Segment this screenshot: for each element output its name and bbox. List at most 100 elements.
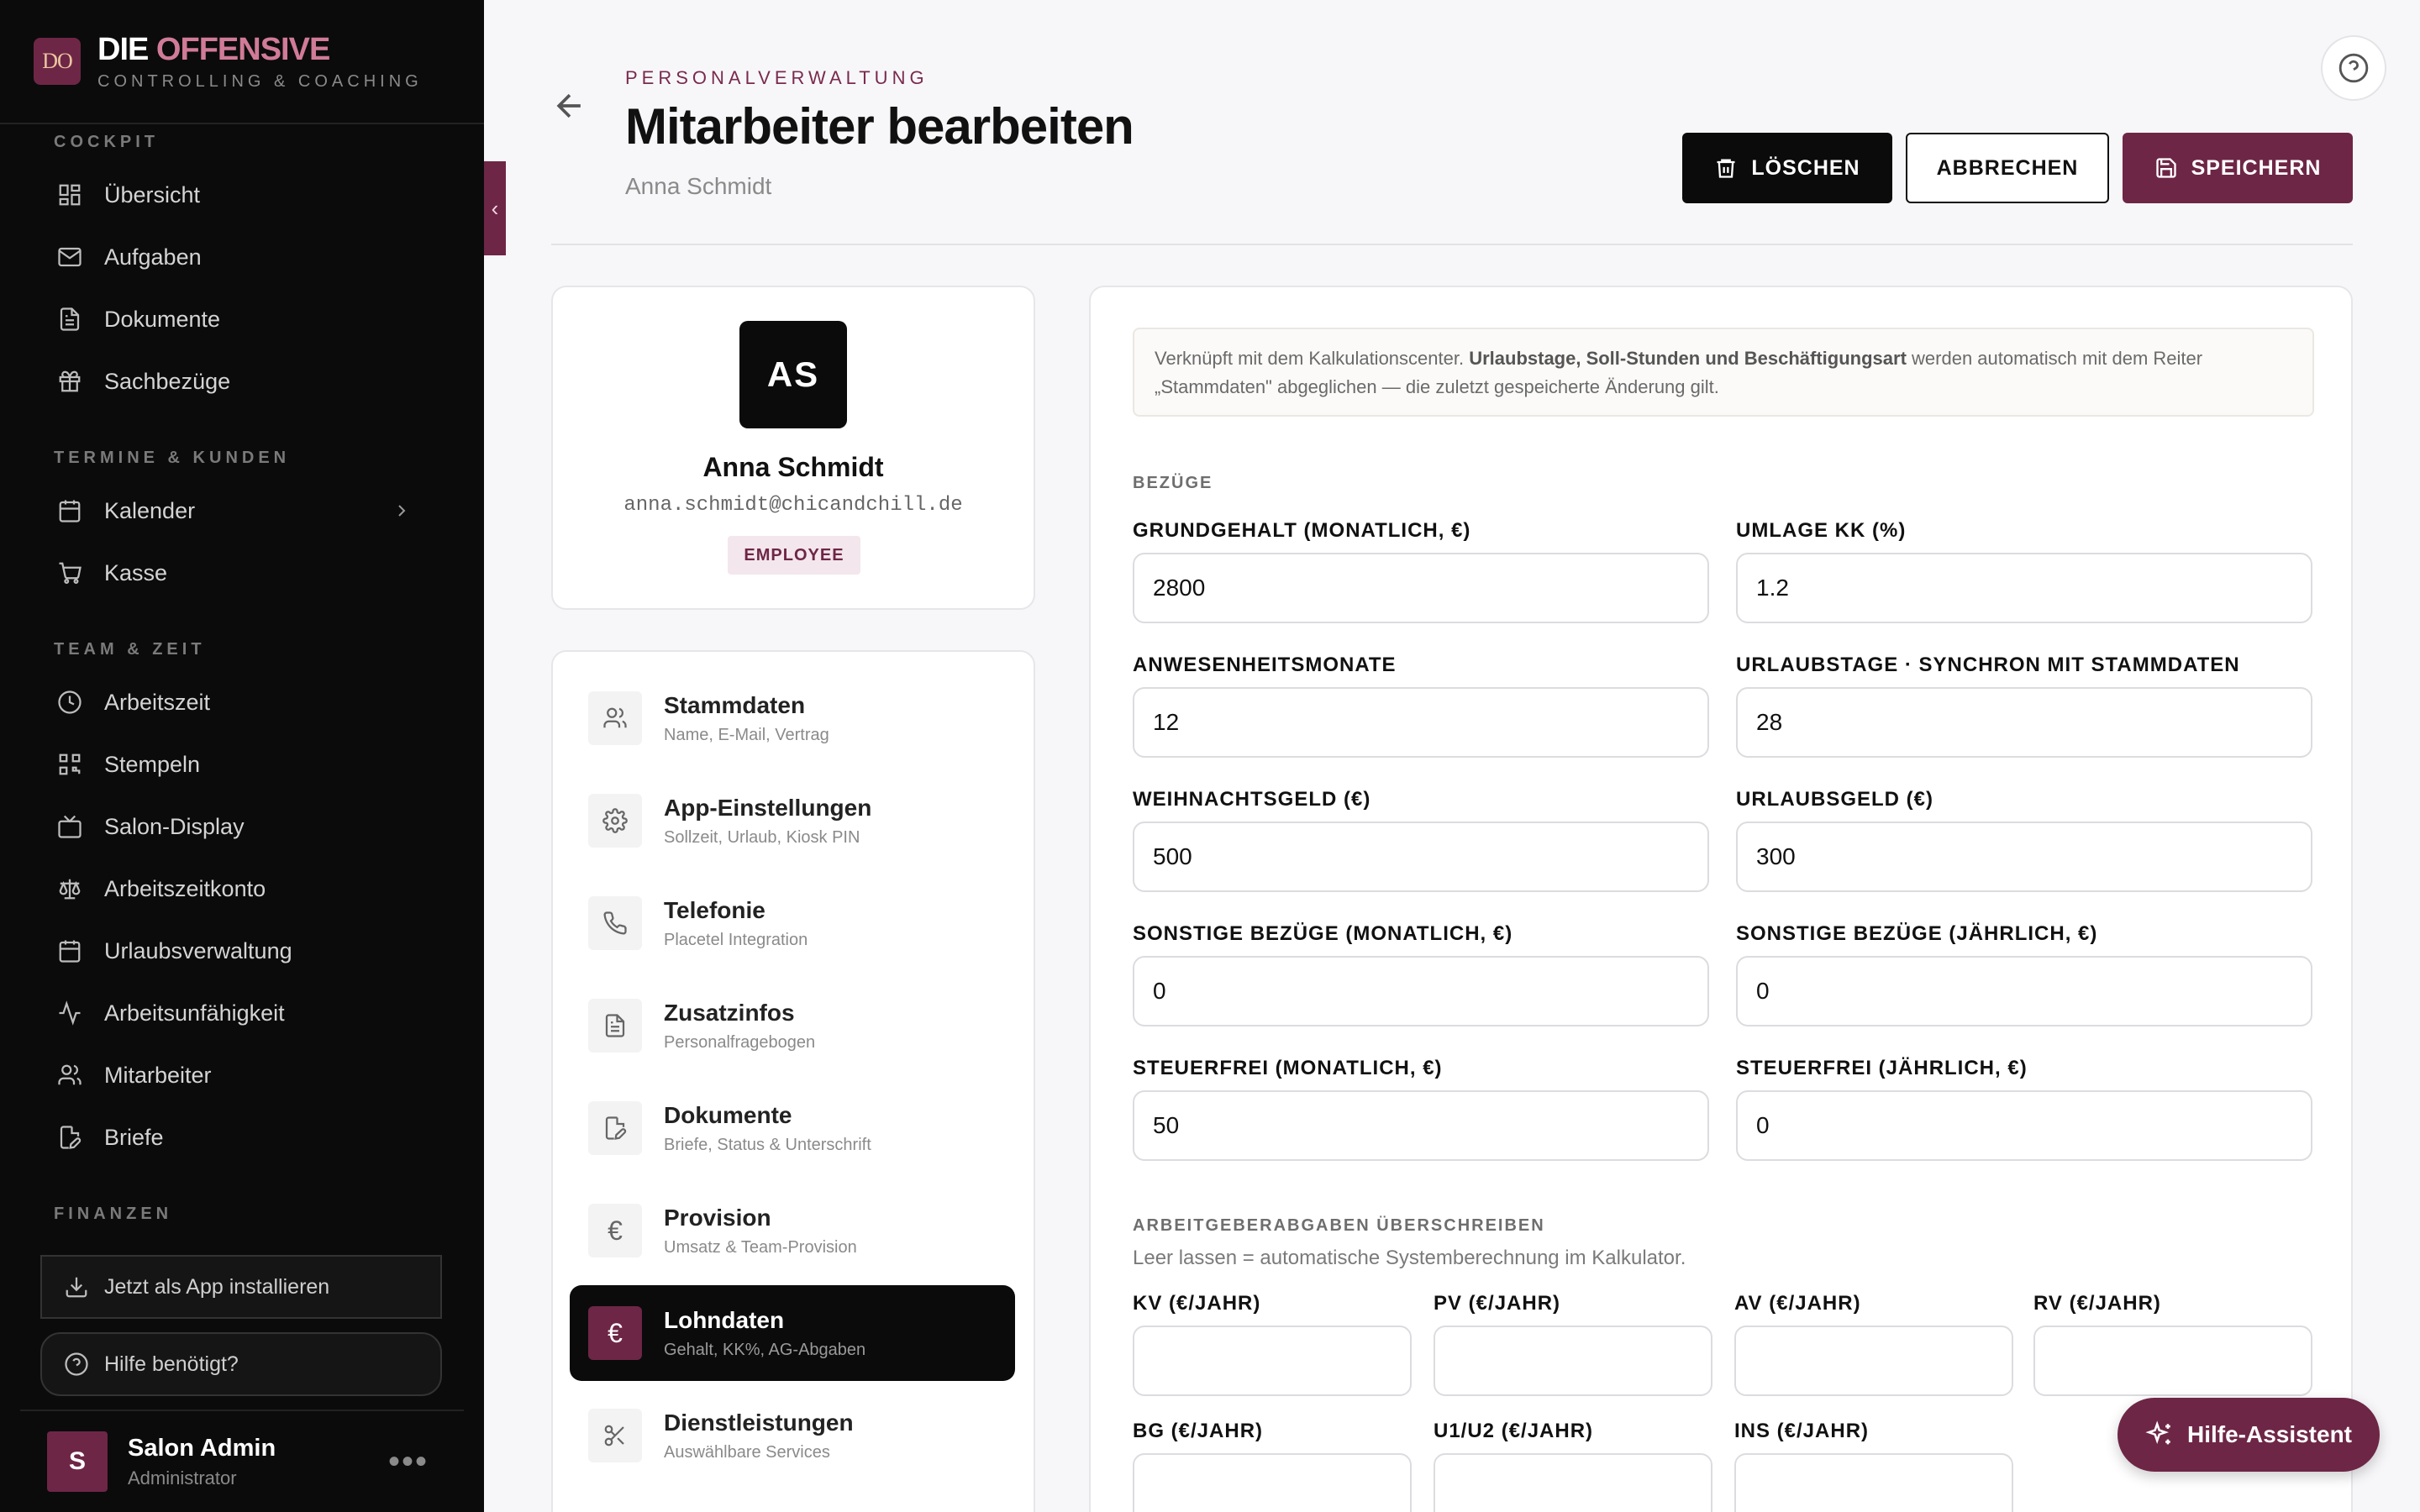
help-circle-icon xyxy=(2338,53,2369,83)
delete-button[interactable]: LÖSCHEN xyxy=(1682,133,1892,203)
sidebar-item-uebersicht[interactable]: Übersicht xyxy=(34,168,437,222)
sidebar-item-label: Arbeitszeitkonto xyxy=(104,875,266,901)
sidebar-item-kalender[interactable]: Kalender xyxy=(34,484,437,538)
help-assistant-button[interactable]: Hilfe-Assistent xyxy=(2118,1398,2380,1472)
nav-item-provision[interactable]: € Provision Umsatz & Team-Provision xyxy=(570,1183,1015,1278)
sidebar-item-label: Kasse xyxy=(104,559,168,585)
users-icon xyxy=(58,1064,82,1085)
sidebar-item-briefe[interactable]: Briefe xyxy=(34,1110,437,1164)
user-profile[interactable]: S Salon Admin Administrator ••• xyxy=(20,1410,464,1512)
sidebar-item-mitarbeiter[interactable]: Mitarbeiter xyxy=(34,1048,437,1102)
brand-logo: DO xyxy=(34,38,81,85)
field-label: URLAUBSTAGE · SYNCHRON MIT STAMMDATEN xyxy=(1736,654,2240,676)
help-needed-button[interactable]: Hilfe benötigt? xyxy=(40,1332,442,1396)
nav-item-dokumente[interactable]: Dokumente Briefe, Status & Unterschrift xyxy=(570,1080,1015,1176)
help-assistant-label: Hilfe-Assistent xyxy=(2186,1421,2353,1447)
page-title: Mitarbeiter bearbeiten xyxy=(625,98,1134,155)
steuerfrei-monatlich-input[interactable] xyxy=(1133,1090,1709,1161)
sidebar-item-stempeln[interactable]: Stempeln xyxy=(34,738,437,791)
grundgehalt-input[interactable] xyxy=(1133,553,1709,623)
page-subtitle: Anna Schmidt xyxy=(625,173,772,199)
field-label: PV (€/JAHR) xyxy=(1434,1292,1561,1315)
sonstige-bezuege-monatlich-input[interactable] xyxy=(1133,956,1709,1026)
sidebar-item-label: Briefe xyxy=(104,1124,164,1150)
bg-input[interactable] xyxy=(1133,1453,1412,1512)
sidebar-item-label: Aufgaben xyxy=(104,244,202,270)
sidebar-item-label: Mitarbeiter xyxy=(104,1062,212,1088)
sidebar-item-urlaubsverwaltung[interactable]: Urlaubsverwaltung xyxy=(34,924,437,978)
tv-icon xyxy=(58,815,82,838)
nav-item-dienstleistungen[interactable]: Dienstleistungen Auswählbare Services xyxy=(570,1388,1015,1483)
sidebar: DO DIE OFFENSIVE CONTROLLING & COACHING … xyxy=(0,0,484,1512)
field-label: U1/U2 (€/JAHR) xyxy=(1434,1420,1594,1442)
sidebar-item-salon-display[interactable]: Salon-Display xyxy=(34,800,437,853)
chevron-right-icon[interactable] xyxy=(392,501,412,521)
brand-header[interactable]: DO DIE OFFENSIVE CONTROLLING & COACHING xyxy=(0,0,484,124)
cancel-button[interactable]: ABBRECHEN xyxy=(1906,133,2109,203)
sidebar-item-sachbezuege[interactable]: Sachbezüge xyxy=(34,354,437,408)
help-button[interactable] xyxy=(2321,35,2386,101)
nav-item-stammdaten[interactable]: Stammdaten Name, E-Mail, Vertrag xyxy=(570,670,1015,766)
save-icon xyxy=(2155,158,2176,178)
install-app-label: Jetzt als App installieren xyxy=(104,1274,330,1299)
ag-hint: Leer lassen = automatische Systemberechn… xyxy=(1133,1247,1686,1269)
mail-icon xyxy=(58,247,82,267)
steuerfrei-jaehrlich-input[interactable] xyxy=(1736,1090,2312,1161)
employee-card: AS Anna Schmidt anna.schmidt@chicandchil… xyxy=(551,286,1035,610)
nav-item-app-einstellungen[interactable]: App-Einstellungen Sollzeit, Urlaub, Kiosk… xyxy=(570,773,1015,869)
save-label: SPEICHERN xyxy=(2191,155,2322,180)
field-label: WEIHNACHTSGELD (€) xyxy=(1133,788,1371,811)
save-button[interactable]: SPEICHERN xyxy=(2123,133,2353,203)
install-app-button[interactable]: Jetzt als App installieren xyxy=(40,1255,442,1319)
nav-item-lohndaten[interactable]: € Lohndaten Gehalt, KK%, AG-Abgaben xyxy=(570,1285,1015,1381)
document-icon xyxy=(605,1014,625,1037)
pv-input[interactable] xyxy=(1434,1326,1712,1396)
sidebar-item-aufgaben[interactable]: Aufgaben xyxy=(34,230,437,284)
employee-name: Anna Schmidt xyxy=(702,452,884,482)
section-termine: TERMINE & KUNDEN xyxy=(54,449,291,467)
sidebar-item-dokumente[interactable]: Dokumente xyxy=(34,292,437,346)
euro-icon: € xyxy=(608,1317,623,1348)
sync-info-box: Verknüpft mit dem Kalkulationscenter. Ur… xyxy=(1133,328,2314,417)
sidebar-item-arbeitszeit[interactable]: Arbeitszeit xyxy=(34,675,437,729)
urlaubsgeld-input[interactable] xyxy=(1736,822,2312,892)
anwesenheitsmonate-input[interactable] xyxy=(1133,687,1709,758)
weihnachtsgeld-input[interactable] xyxy=(1133,822,1709,892)
nav-item-zusatzinfos[interactable]: Zusatzinfos Personalfragebogen xyxy=(570,978,1015,1074)
scissors-icon xyxy=(604,1425,624,1446)
breadcrumb: PERSONALVERWALTUNG xyxy=(625,67,929,88)
ins-input[interactable] xyxy=(1734,1453,2013,1512)
delete-label: LÖSCHEN xyxy=(1751,155,1860,180)
clock-icon xyxy=(58,690,82,714)
urlaubstage-input[interactable] xyxy=(1736,687,2312,758)
back-arrow-icon[interactable] xyxy=(551,87,588,124)
download-icon xyxy=(66,1277,87,1298)
nav-item-subtitle: Sollzeit, Urlaub, Kiosk PIN xyxy=(664,827,860,847)
nav-item-subtitle: Umsatz & Team-Provision xyxy=(664,1237,857,1257)
phone-icon xyxy=(603,911,627,935)
nav-item-title: Lohndaten xyxy=(664,1306,785,1333)
kv-input[interactable] xyxy=(1133,1326,1412,1396)
nav-item-title: Provision xyxy=(664,1204,771,1231)
section-arbeitgeberabgaben: ARBEITGEBERABGABEN ÜBERSCHREIBEN xyxy=(1133,1216,1545,1235)
umlage-kk-input[interactable] xyxy=(1736,553,2312,623)
trash-icon xyxy=(1717,159,1735,178)
lohndaten-form-card: Verknüpft mit dem Kalkulationscenter. Ur… xyxy=(1089,286,2353,1512)
collapse-sidebar-button[interactable]: ‹ xyxy=(484,161,506,255)
sidebar-item-arbeitsunfaehigkeit[interactable]: Arbeitsunfähigkeit xyxy=(34,986,437,1040)
dashboard-icon xyxy=(59,184,81,206)
activity-icon xyxy=(59,1000,81,1026)
sidebar-item-label: Übersicht xyxy=(104,181,201,207)
av-input[interactable] xyxy=(1734,1326,2013,1396)
section-bezuege: BEZÜGE xyxy=(1133,474,1213,492)
calendar-icon xyxy=(59,940,81,963)
sonstige-bezuege-jaehrlich-input[interactable] xyxy=(1736,956,2312,1026)
nav-item-telefonie[interactable]: Telefonie Placetel Integration xyxy=(570,875,1015,971)
sidebar-item-label: Salon-Display xyxy=(104,813,245,839)
sidebar-item-kasse[interactable]: Kasse xyxy=(34,546,437,600)
rv-input[interactable] xyxy=(2033,1326,2312,1396)
section-finanzen: FINANZEN xyxy=(54,1205,173,1223)
more-options-icon[interactable]: ••• xyxy=(388,1443,429,1481)
u1u2-input[interactable] xyxy=(1434,1453,1712,1512)
sidebar-item-arbeitszeitkonto[interactable]: Arbeitszeitkonto xyxy=(34,862,437,916)
